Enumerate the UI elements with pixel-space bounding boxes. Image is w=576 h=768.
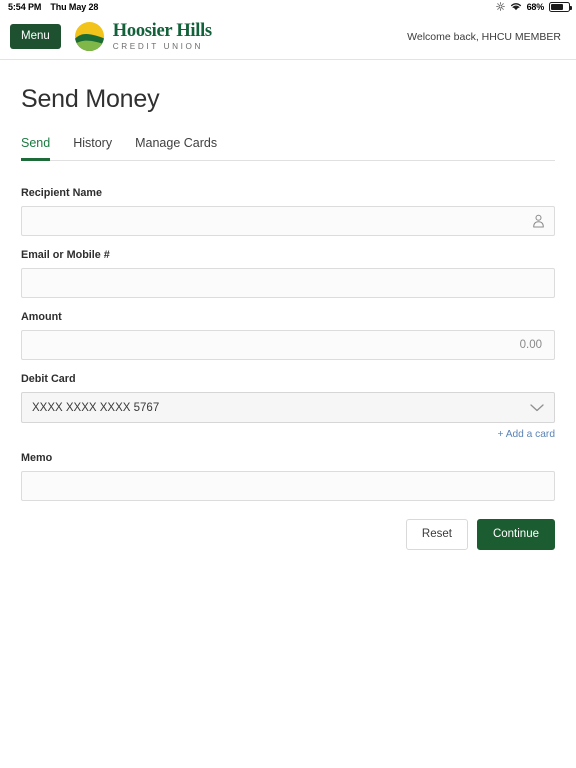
menu-button[interactable]: Menu [10, 23, 61, 50]
debit-card-select[interactable]: XXXX XXXX XXXX 5767 [21, 392, 555, 423]
tab-send[interactable]: Send [21, 136, 51, 161]
recipient-name-input[interactable] [21, 206, 555, 236]
status-date: Thu May 28 [50, 2, 99, 12]
brand-name: Hoosier Hills [112, 20, 212, 41]
status-bar: 5:54 PM Thu May 28 68% [0, 0, 576, 14]
tab-bar: Send History Manage Cards [21, 136, 555, 161]
tab-manage-cards[interactable]: Manage Cards [135, 136, 217, 161]
battery-percent-label: 68% [526, 2, 545, 12]
status-time: 5:54 PM [8, 2, 42, 12]
memo-label: Memo [21, 452, 53, 464]
brand-text: Hoosier Hills CREDIT UNION [113, 22, 212, 52]
brand-subtitle: CREDIT UNION [112, 42, 203, 52]
field-memo: Memo [21, 452, 555, 501]
app-header: Menu Hoosier Hills CREDIT UNION Welcome … [0, 14, 576, 60]
field-recipient-name: Recipient Name [21, 187, 555, 236]
email-mobile-input[interactable] [21, 268, 555, 298]
field-amount: Amount [21, 311, 555, 360]
brightness-icon [495, 1, 505, 13]
status-bar-left: 5:54 PM Thu May 28 [8, 2, 98, 12]
email-mobile-label: Email or Mobile # [21, 249, 110, 261]
brand-logo[interactable]: Hoosier Hills CREDIT UNION [74, 21, 212, 52]
amount-input[interactable] [21, 330, 555, 360]
continue-button[interactable]: Continue [476, 519, 555, 551]
add-card-link[interactable]: + Add a card [21, 429, 556, 440]
field-debit-card: Debit Card XXXX XXXX XXXX 5767 + Add a c… [21, 373, 555, 440]
tab-history[interactable]: History [73, 136, 112, 161]
send-money-form: Recipient Name Email or Mobile # Amount [21, 187, 555, 551]
memo-input[interactable] [21, 471, 555, 501]
wifi-icon [510, 2, 522, 13]
debit-card-selected-value: XXXX XXXX XXXX 5767 [32, 401, 160, 414]
page-content: Send Money Send History Manage Cards Rec… [0, 85, 576, 551]
amount-label: Amount [21, 311, 62, 323]
recipient-name-label: Recipient Name [21, 187, 103, 199]
memo-input-wrap [21, 471, 555, 501]
reset-button[interactable]: Reset [405, 519, 468, 551]
recipient-name-input-wrap [21, 206, 555, 236]
page-title: Send Money [21, 85, 160, 113]
email-mobile-input-wrap [21, 268, 555, 298]
welcome-message: Welcome back, HHCU MEMBER [407, 30, 561, 43]
status-bar-right: 68% [495, 1, 572, 13]
debit-card-label: Debit Card [21, 373, 76, 385]
battery-icon [549, 2, 572, 12]
form-actions: Reset Continue [21, 519, 555, 551]
field-email-mobile: Email or Mobile # [21, 249, 555, 298]
hills-circle-logo-icon [74, 21, 105, 52]
debit-card-select-wrap: XXXX XXXX XXXX 5767 [21, 392, 555, 423]
amount-input-wrap [21, 330, 555, 360]
